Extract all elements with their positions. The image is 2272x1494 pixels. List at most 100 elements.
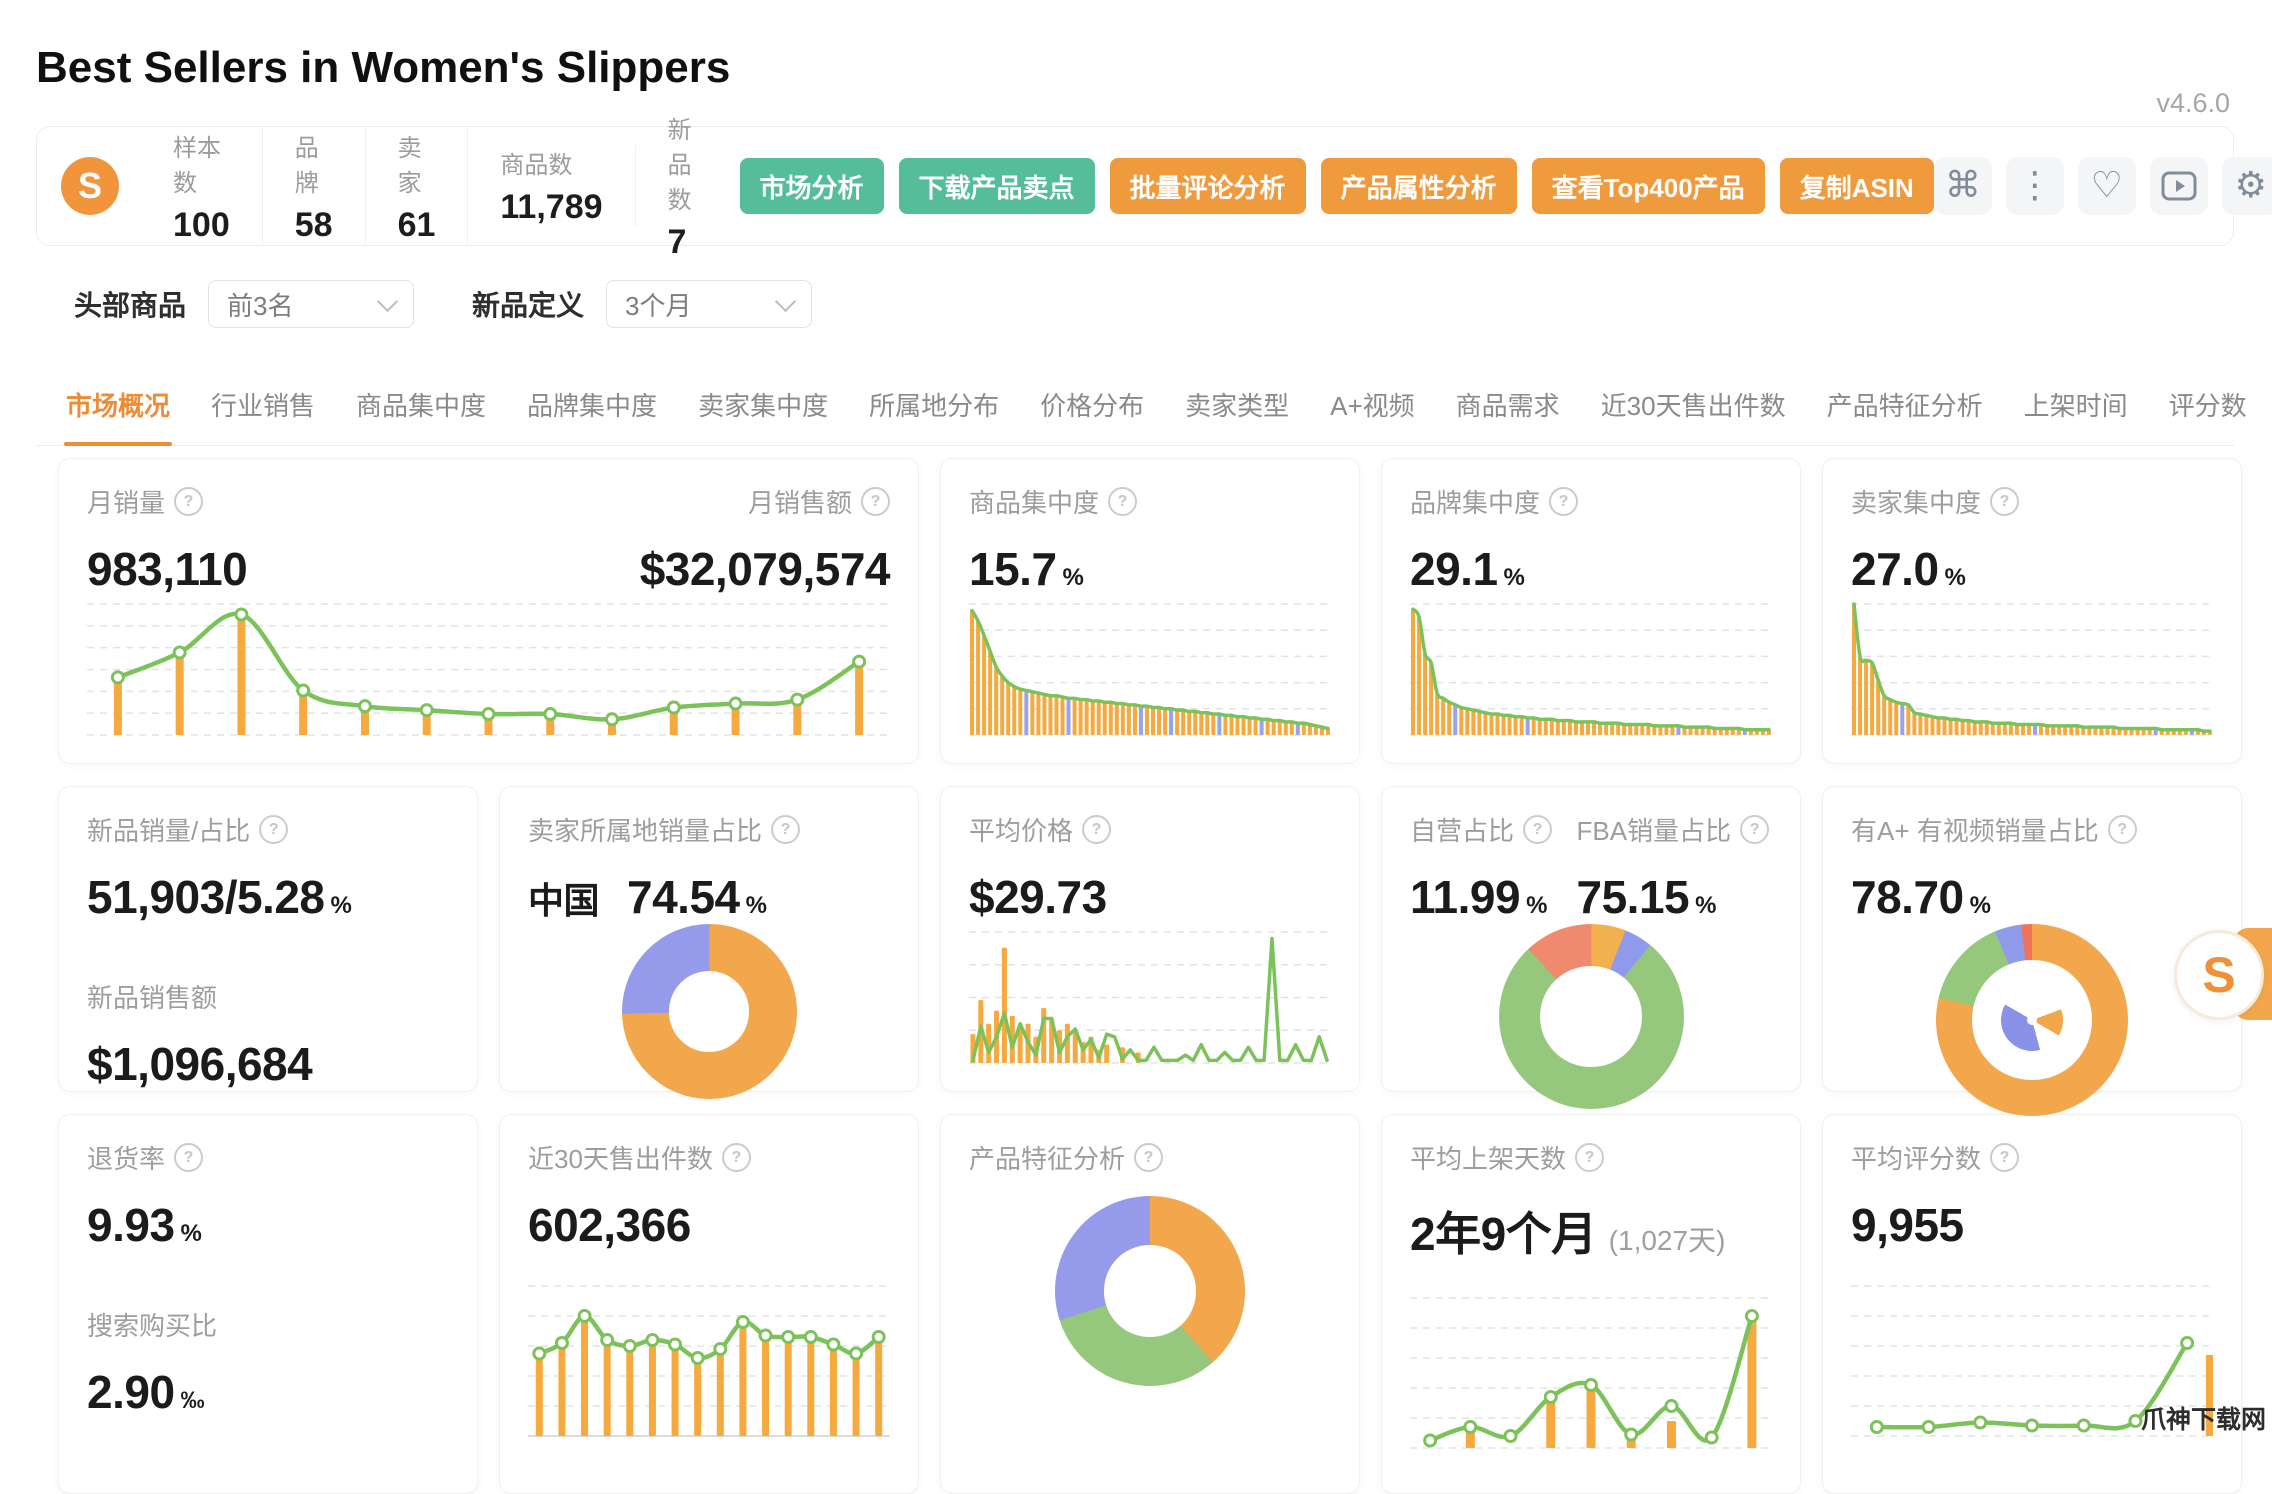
value-text: 2.90 xyxy=(87,1365,175,1419)
version-label: v4.6.0 xyxy=(2156,88,2230,119)
value-text: $29.73 xyxy=(969,870,1107,924)
view-top400-button[interactable]: 查看Top400产品 xyxy=(1532,158,1765,214)
market-analysis-button[interactable]: 市场分析 xyxy=(740,158,884,214)
title-text: 平均上架天数 xyxy=(1410,1139,1566,1176)
tab-product-demand[interactable]: 商品需求 xyxy=(1454,372,1562,445)
tab-product-concentration[interactable]: 商品集中度 xyxy=(354,372,488,445)
seller-location-donut-chart xyxy=(622,924,797,1099)
help-icon[interactable]: ? xyxy=(174,1143,203,1172)
card-title: 平均评分数 ? xyxy=(1851,1139,2213,1176)
tab-price-distribution[interactable]: 价格分布 xyxy=(1038,372,1146,445)
average-rating-count-value: 9,955 xyxy=(1851,1198,2213,1252)
help-icon[interactable]: ? xyxy=(2108,815,2137,844)
monthly-units-title: 月销量 ? xyxy=(87,483,203,520)
top-products-select[interactable]: 前3名 xyxy=(208,280,414,328)
stat-value: 7 xyxy=(668,223,692,262)
new-product-definition-select[interactable]: 3个月 xyxy=(606,280,812,328)
card-title: 近30天售出件数 ? xyxy=(528,1139,890,1176)
floating-sellersprite-widget[interactable]: S xyxy=(2174,928,2270,1020)
title-text: 新品销量/占比 xyxy=(87,811,250,848)
card-average-price: 平均价格 ? $29.73 xyxy=(940,786,1360,1092)
help-icon[interactable]: ? xyxy=(1108,487,1137,516)
value-text: 75.15 xyxy=(1577,870,1690,924)
select-value: 前3名 xyxy=(227,286,293,323)
more-options-icon[interactable]: ⋮ xyxy=(2006,157,2064,215)
stat-label: 品牌 xyxy=(295,128,333,198)
stat-label: 商品数 xyxy=(500,145,602,180)
card-return-rate: 退货率 ? 9.93 % 搜索购买比 2.90 ‰ xyxy=(58,1114,478,1494)
batch-review-analysis-button[interactable]: 批量评论分析 xyxy=(1110,158,1306,214)
card-new-product-sales: 新品销量/占比 ? 51,903/5.28 % 新品销售额 $1,096,684 xyxy=(58,786,478,1092)
title-text: FBA销量占比 xyxy=(1577,811,1732,848)
help-icon[interactable]: ? xyxy=(861,487,890,516)
chevron-down-icon xyxy=(377,290,398,311)
tab-market-overview[interactable]: 市场概况 xyxy=(64,372,172,445)
value-text: 51,903/5.28 xyxy=(87,870,325,924)
value-unit: % xyxy=(1945,564,1966,592)
filter-label: 新品定义 xyxy=(472,284,584,324)
tab-feature-analysis[interactable]: 产品特征分析 xyxy=(1825,372,1985,445)
tab-industry-sales[interactable]: 行业销售 xyxy=(209,372,317,445)
command-glyph: ⌘ xyxy=(1945,168,1981,204)
title-text: 月销售额 xyxy=(748,483,852,520)
fba-share-donut-chart xyxy=(1499,924,1684,1109)
help-icon[interactable]: ? xyxy=(771,815,800,844)
favorite-heart-icon[interactable]: ♡ xyxy=(2078,157,2136,215)
video-tutorial-icon[interactable] xyxy=(2150,157,2208,215)
tab-seller-concentration[interactable]: 卖家集中度 xyxy=(696,372,830,445)
average-price-value: $29.73 xyxy=(969,870,1331,924)
help-icon[interactable]: ? xyxy=(1082,815,1111,844)
filters-row: 头部商品 前3名 新品定义 3个月 xyxy=(74,280,812,328)
average-shelf-days-value: 2年9个月 (1,027天) xyxy=(1410,1198,1772,1264)
sellersprite-logo-icon: S xyxy=(61,157,119,215)
title-text: 退货率 xyxy=(87,1139,165,1176)
tab-units-sold-30d[interactable]: 近30天售出件数 xyxy=(1599,372,1788,445)
value-text: 2年9个月 xyxy=(1410,1198,1597,1264)
tab-brand-concentration[interactable]: 品牌集中度 xyxy=(525,372,659,445)
copy-asin-button[interactable]: 复制ASIN xyxy=(1780,158,1934,214)
card-title: 退货率 ? xyxy=(87,1139,449,1176)
tab-seller-type[interactable]: 卖家类型 xyxy=(1183,372,1291,445)
stat-value: 100 xyxy=(173,206,230,245)
tab-listing-time[interactable]: 上架时间 xyxy=(2022,372,2130,445)
settings-gear-icon[interactable]: ⚙ xyxy=(2222,157,2272,215)
help-icon[interactable]: ? xyxy=(1740,815,1769,844)
card-seller-concentration: 卖家集中度 ? 27.0 % xyxy=(1822,458,2242,764)
help-icon[interactable]: ? xyxy=(722,1143,751,1172)
card-fba-share: 自营占比 ? FBA销量占比 ? 11.99 % 75.15 % xyxy=(1381,786,1801,1092)
self-operated-value: 11.99 % xyxy=(1410,870,1577,924)
average-shelf-days-chart xyxy=(1410,1290,1772,1452)
help-icon[interactable]: ? xyxy=(259,815,288,844)
card-average-shelf-days: 平均上架天数 ? 2年9个月 (1,027天) xyxy=(1381,1114,1801,1494)
help-icon[interactable]: ? xyxy=(1549,487,1578,516)
download-selling-points-button[interactable]: 下载产品卖点 xyxy=(899,158,1095,214)
title-text: 产品特征分析 xyxy=(969,1139,1125,1176)
value-text: 983,110 xyxy=(87,542,247,596)
tab-aplus-video[interactable]: A+视频 xyxy=(1328,372,1417,445)
value-text: 74.54 xyxy=(627,870,740,924)
help-icon[interactable]: ? xyxy=(1523,815,1552,844)
value-unit: % xyxy=(1526,892,1547,920)
product-attribute-analysis-button[interactable]: 产品属性分析 xyxy=(1321,158,1517,214)
tab-location-distribution[interactable]: 所属地分布 xyxy=(867,372,1001,445)
apps-grid-icon[interactable]: ⌘ xyxy=(1934,157,1992,215)
help-icon[interactable]: ? xyxy=(1990,1143,2019,1172)
aplus-video-sunburst-chart xyxy=(1936,924,2128,1116)
value-text: 11.99 xyxy=(1410,870,1520,924)
value-text: 15.7 xyxy=(969,542,1057,596)
toolbar-icon-group: ⌘ ⋮ ♡ ⚙ 收起 xyxy=(1934,157,2272,215)
help-icon[interactable]: ? xyxy=(1575,1143,1604,1172)
action-buttons: 市场分析 下载产品卖点 批量评论分析 产品属性分析 查看Top400产品 复制A… xyxy=(740,158,1934,214)
help-icon[interactable]: ? xyxy=(1134,1143,1163,1172)
title-text: 商品集中度 xyxy=(969,483,1099,520)
help-icon[interactable]: ? xyxy=(1990,487,2019,516)
card-title: 新品销量/占比 ? xyxy=(87,811,449,848)
monthly-units-value: 983,110 xyxy=(87,542,247,596)
help-icon[interactable]: ? xyxy=(174,487,203,516)
product-concentration-value: 15.7 % xyxy=(969,542,1331,596)
tab-rating-count[interactable]: 评分数 xyxy=(2167,372,2249,445)
card-title: 产品特征分析 ? xyxy=(969,1139,1331,1176)
card-seller-location: 卖家所属地销量占比 ? 中国 74.54 % xyxy=(499,786,919,1092)
title-text: 平均价格 xyxy=(969,811,1073,848)
value-text: $1,096,684 xyxy=(87,1037,312,1091)
